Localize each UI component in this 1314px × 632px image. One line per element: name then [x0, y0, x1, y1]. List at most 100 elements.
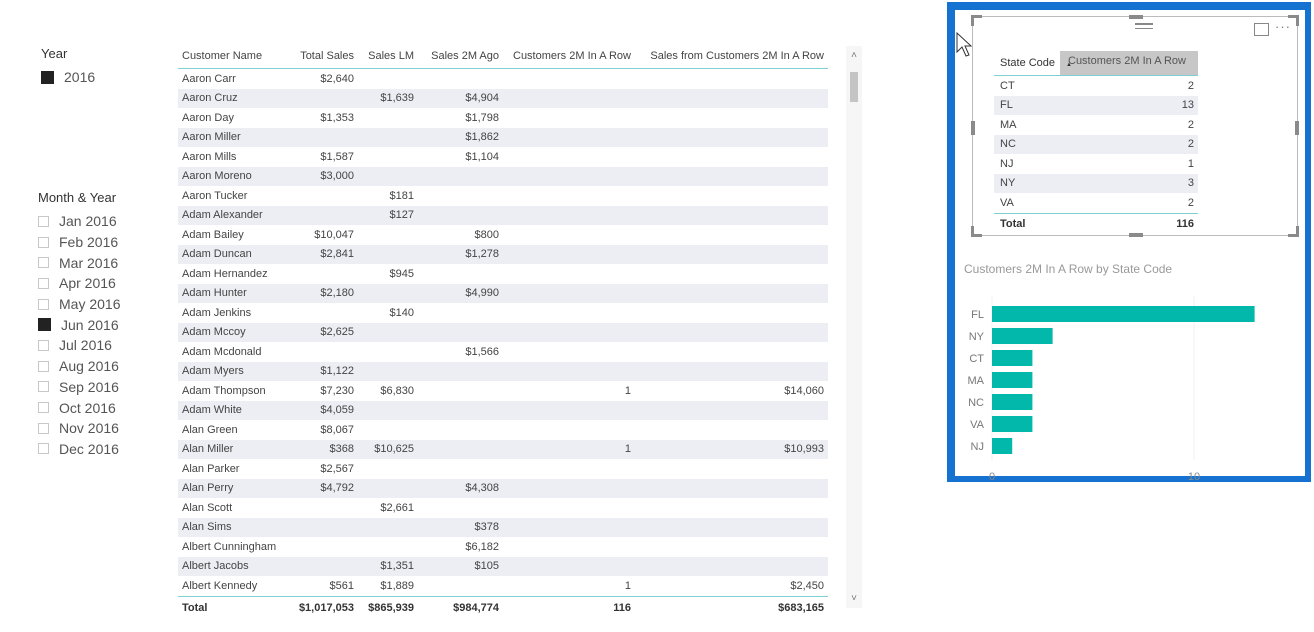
resize-handle-left[interactable] — [971, 121, 975, 135]
slicer-item[interactable]: Dec 2016 — [38, 439, 120, 460]
column-header-customers-2m-in-a-row[interactable]: Customers 2M In A Row — [503, 50, 635, 62]
state-table-visual[interactable]: ··· State Code Customers 2M In A Row ▲ C… — [971, 15, 1299, 237]
cell-total-sales: $7,230 — [320, 384, 354, 397]
slicer-item[interactable]: 2016 — [41, 67, 95, 88]
resize-handle-bottom-left[interactable] — [971, 226, 982, 237]
slicer-item[interactable]: Sep 2016 — [38, 377, 120, 398]
checkbox-checked-icon[interactable] — [38, 318, 51, 332]
scroll-down-icon[interactable]: ˅ — [846, 593, 862, 604]
column-header-customer-name[interactable]: Customer Name — [178, 50, 290, 62]
checkbox-icon[interactable] — [38, 402, 49, 414]
table-row[interactable]: Aaron Day $1,353 $1,798 — [178, 108, 828, 128]
state-table-row[interactable]: VA 2 — [994, 193, 1198, 213]
table-row[interactable]: Albert Kennedy $561 $1,889 1 $2,450 — [178, 576, 828, 596]
state-table-row[interactable]: CT 2 — [994, 76, 1198, 96]
slicer-item[interactable]: Jul 2016 — [38, 335, 120, 356]
table-row[interactable]: Adam Bailey $10,047 $800 — [178, 225, 828, 245]
table-row[interactable]: Aaron Moreno $3,000 — [178, 166, 828, 186]
scroll-thumb[interactable] — [850, 72, 858, 102]
total-total-sales: $1,017,053 — [298, 601, 354, 614]
cell-total-sales: $10,047 — [314, 228, 354, 241]
state-table-total-row: Total 116 — [994, 212, 1198, 234]
table-row[interactable]: Aaron Mills $1,587 $1,104 — [178, 147, 828, 167]
total-sales-2m-ago: $984,774 — [453, 601, 499, 614]
table-row[interactable]: Alan Parker $2,567 — [178, 459, 828, 479]
checkbox-icon[interactable] — [38, 277, 49, 289]
table-row[interactable]: Alan Perry $4,792 $4,308 — [178, 478, 828, 498]
more-options-icon[interactable]: ··· — [1275, 19, 1291, 34]
checkbox-icon[interactable] — [38, 215, 49, 227]
checkbox-icon[interactable] — [38, 257, 49, 269]
table-row[interactable]: Adam Jenkins $140 — [178, 303, 828, 323]
table-row[interactable]: Adam Hernandez $945 — [178, 264, 828, 284]
table-row[interactable]: Adam Myers $1,122 — [178, 361, 828, 381]
table-row[interactable]: Adam Duncan $2,841 $1,278 — [178, 244, 828, 264]
table-row[interactable]: Alan Green $8,067 — [178, 420, 828, 440]
state-table-row[interactable]: FL 13 — [994, 95, 1198, 115]
bar-nj[interactable] — [992, 438, 1013, 454]
y-category-label: NC — [968, 397, 984, 409]
checkbox-icon[interactable] — [38, 443, 49, 455]
cell-customers-2m: 2 — [1187, 118, 1194, 131]
table-row[interactable]: Alan Sims $378 — [178, 517, 828, 537]
state-table-row[interactable]: NC 2 — [994, 134, 1198, 154]
slicer-item[interactable]: Nov 2016 — [38, 418, 120, 439]
column-header-sales-2m-ago[interactable]: Sales 2M Ago — [418, 50, 503, 62]
table-row[interactable]: Albert Jacobs $1,351 $105 — [178, 556, 828, 576]
bar-fl[interactable] — [992, 306, 1255, 322]
checkbox-icon[interactable] — [38, 298, 49, 310]
checkbox-icon[interactable] — [38, 422, 49, 434]
column-header-state-code[interactable]: State Code — [994, 57, 1060, 69]
slicer-item[interactable]: May 2016 — [38, 294, 120, 315]
column-header-sales-from-customers-2m[interactable]: Sales from Customers 2M In A Row — [635, 50, 828, 62]
table-row[interactable]: Albert Cunningham $6,182 — [178, 537, 828, 557]
cell-sales-lm: $140 — [389, 306, 414, 319]
table-row[interactable]: Aaron Miller $1,862 — [178, 127, 828, 147]
resize-handle-top[interactable] — [1129, 15, 1143, 19]
bar-ct[interactable] — [992, 350, 1033, 366]
checkbox-checked-icon[interactable] — [41, 70, 54, 84]
cell-sales-2m-ago: $6,182 — [465, 540, 499, 553]
column-header-total-sales[interactable]: Total Sales — [290, 50, 358, 62]
table-row[interactable]: Aaron Cruz $1,639 $4,904 — [178, 88, 828, 108]
bar-ma[interactable] — [992, 372, 1033, 388]
focus-mode-icon[interactable] — [1254, 23, 1269, 36]
checkbox-icon[interactable] — [38, 339, 49, 351]
table-row[interactable]: Alan Scott $2,661 — [178, 498, 828, 518]
table-row[interactable]: Adam Mcdonald $1,566 — [178, 342, 828, 362]
state-table-row[interactable]: NY 3 — [994, 173, 1198, 193]
column-header-sales-lm[interactable]: Sales LM — [358, 50, 418, 62]
table-row[interactable]: Aaron Carr $2,640 — [178, 69, 828, 89]
bar-ny[interactable] — [992, 328, 1053, 344]
checkbox-icon[interactable] — [38, 381, 49, 393]
table-row[interactable]: Adam White $4,059 — [178, 400, 828, 420]
cell-customers-2m-in-a-row: 1 — [624, 579, 631, 592]
slicer-item[interactable]: Jun 2016 — [38, 314, 120, 335]
drag-handle-icon[interactable] — [1135, 20, 1153, 32]
checkbox-icon[interactable] — [38, 360, 49, 372]
slicer-item[interactable]: Feb 2016 — [38, 232, 120, 253]
slicer-item[interactable]: Apr 2016 — [38, 273, 120, 294]
table-scrollbar[interactable]: ˄ ˅ — [846, 46, 862, 608]
scroll-up-icon[interactable]: ˄ — [846, 50, 862, 61]
bar-nc[interactable] — [992, 394, 1033, 410]
bar-va[interactable] — [992, 416, 1033, 432]
slicer-item[interactable]: Oct 2016 — [38, 397, 120, 418]
slicer-item[interactable]: Mar 2016 — [38, 252, 120, 273]
slicer-item[interactable]: Jan 2016 — [38, 211, 120, 232]
table-row[interactable]: Alan Miller $368 $10,625 1 $10,993 — [178, 439, 828, 459]
resize-handle-bottom[interactable] — [1129, 233, 1143, 237]
table-row[interactable]: Adam Alexander $127 — [178, 205, 828, 225]
checkbox-icon[interactable] — [38, 236, 49, 248]
table-row[interactable]: Aaron Tucker $181 — [178, 186, 828, 206]
table-row[interactable]: Adam Thompson $7,230 $6,830 1 $14,060 — [178, 381, 828, 401]
column-header-customers-2m[interactable]: Customers 2M In A Row ▲ — [1060, 51, 1198, 75]
resize-handle-bottom-right[interactable] — [1288, 226, 1299, 237]
table-row[interactable]: Adam Hunter $2,180 $4,990 — [178, 283, 828, 303]
resize-handle-top-left[interactable] — [971, 15, 982, 26]
state-table-row[interactable]: MA 2 — [994, 115, 1198, 135]
resize-handle-right[interactable] — [1295, 121, 1299, 135]
slicer-item[interactable]: Aug 2016 — [38, 356, 120, 377]
table-row[interactable]: Adam Mccoy $2,625 — [178, 322, 828, 342]
state-table-row[interactable]: NJ 1 — [994, 154, 1198, 174]
